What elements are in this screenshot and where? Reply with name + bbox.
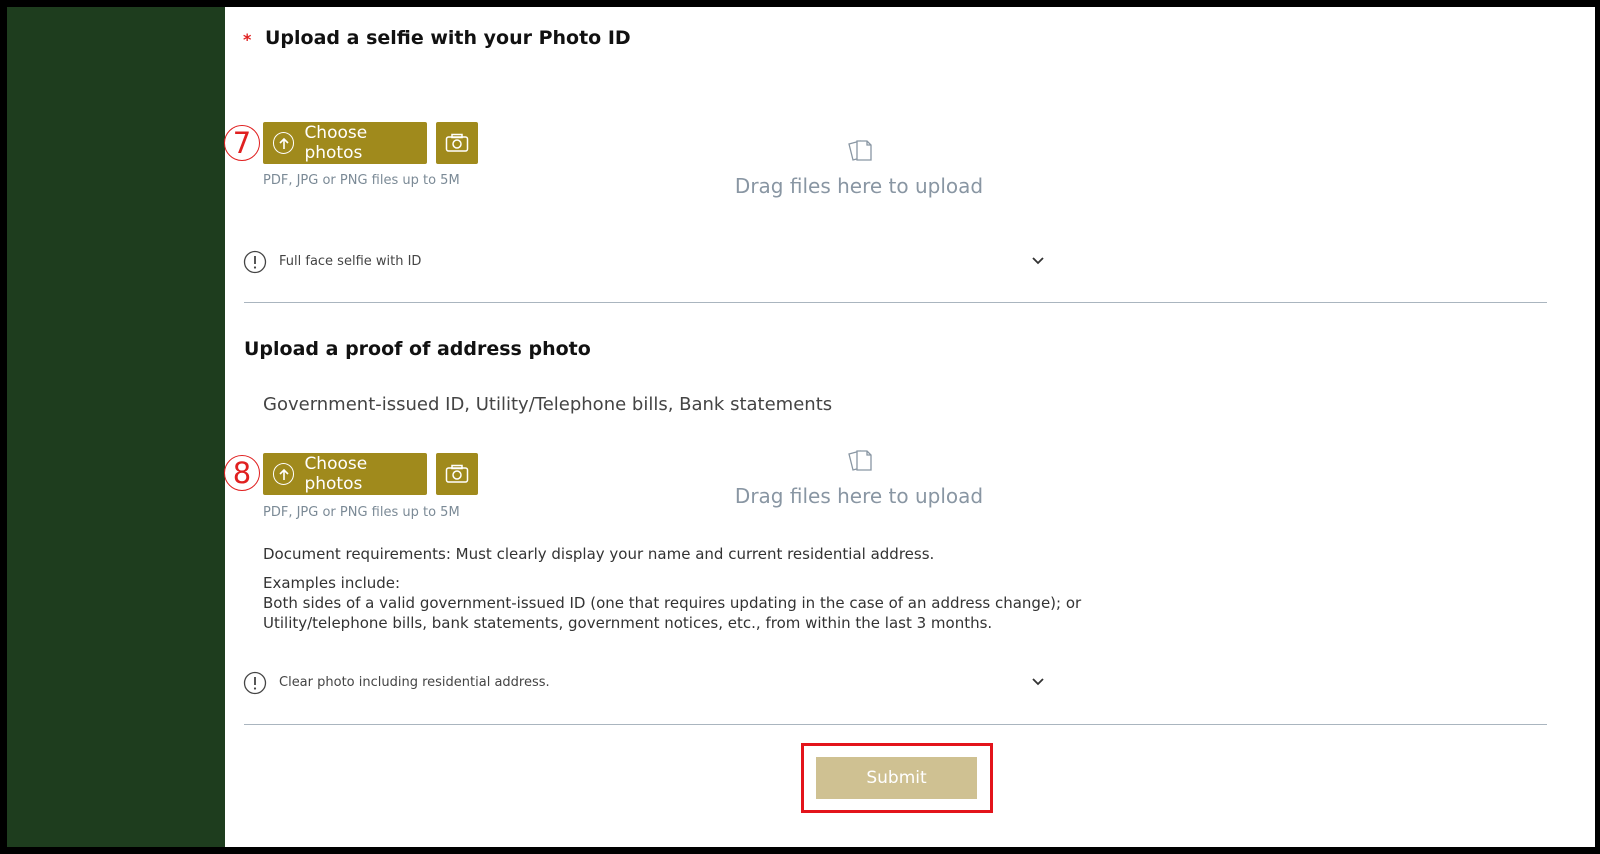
examples-heading: Examples include: xyxy=(263,574,401,592)
example-item: Utility/telephone bills, bank statements… xyxy=(263,614,993,632)
address-section-title: Upload a proof of address photo xyxy=(244,338,591,360)
chevron-down-icon[interactable] xyxy=(1031,677,1045,687)
camera-icon xyxy=(445,133,469,152)
choose-photos-label: Choose photos xyxy=(304,123,368,163)
section-divider xyxy=(244,724,1547,725)
selfie-dropzone[interactable]: Drag files here to upload xyxy=(619,134,1099,204)
selfie-camera-button[interactable] xyxy=(436,122,478,164)
files-icon xyxy=(848,140,872,161)
main-content: * Upload a selfie with your Photo ID 7 C… xyxy=(224,7,1595,847)
address-file-hint: PDF, JPG or PNG files up to 5M xyxy=(263,505,460,520)
section-divider xyxy=(244,302,1547,303)
chevron-down-icon[interactable] xyxy=(1031,256,1045,266)
selfie-section-title: Upload a selfie with your Photo ID xyxy=(265,27,631,49)
window-frame: * Upload a selfie with your Photo ID 7 C… xyxy=(0,0,1600,854)
sidebar xyxy=(7,7,225,847)
upload-circle-icon xyxy=(273,463,295,485)
address-drop-label: Drag files here to upload xyxy=(734,484,984,508)
example-item: Both sides of a valid government-issued … xyxy=(263,594,1082,612)
required-marker: * xyxy=(243,30,252,49)
selfie-drop-label: Drag files here to upload xyxy=(734,174,984,198)
files-icon xyxy=(848,450,872,471)
step-marker-7: 7 xyxy=(224,125,260,161)
camera-icon xyxy=(445,464,469,483)
selfie-file-hint: PDF, JPG or PNG files up to 5M xyxy=(263,173,460,188)
exclamation-circle-icon xyxy=(243,250,267,274)
upload-circle-icon xyxy=(273,132,295,154)
submit-button[interactable]: Submit xyxy=(816,757,977,799)
selfie-choose-photos-button[interactable]: Choose photos xyxy=(263,122,427,164)
address-info-label: Clear photo including residential addres… xyxy=(279,675,550,690)
exclamation-circle-icon xyxy=(243,671,267,695)
selfie-info-accordion[interactable]: Full face selfie with ID xyxy=(243,250,1046,276)
address-info-accordion[interactable]: Clear photo including residential addres… xyxy=(243,671,1046,697)
step-marker-8: 8 xyxy=(224,455,260,491)
address-camera-button[interactable] xyxy=(436,453,478,495)
document-requirements: Document requirements: Must clearly disp… xyxy=(263,545,935,563)
address-section-subtitle: Government-issued ID, Utility/Telephone … xyxy=(263,394,833,415)
address-choose-photos-button[interactable]: Choose photos xyxy=(263,453,427,495)
choose-photos-label: Choose photos xyxy=(304,454,368,494)
selfie-info-label: Full face selfie with ID xyxy=(279,254,422,269)
address-dropzone[interactable]: Drag files here to upload xyxy=(619,444,1099,514)
